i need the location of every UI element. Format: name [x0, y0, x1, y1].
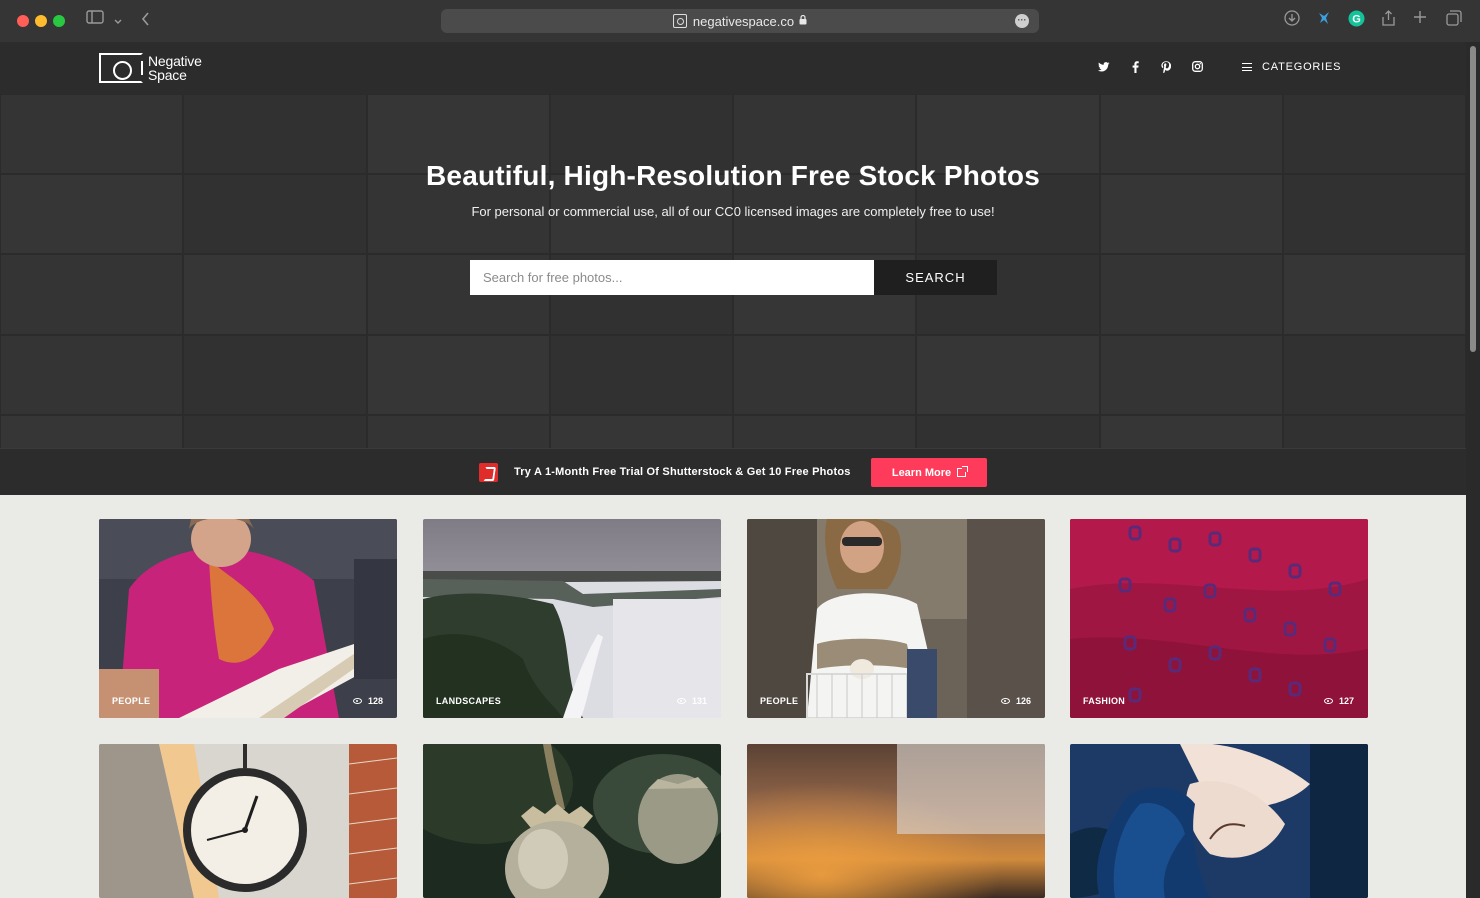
site-favicon-icon: [672, 14, 687, 28]
pinterest-icon[interactable]: [1161, 61, 1172, 76]
scrollbar-thumb[interactable]: [1470, 46, 1476, 352]
lock-icon: [799, 14, 807, 28]
card-views: 128: [352, 696, 383, 706]
photo-card[interactable]: [747, 744, 1045, 898]
eye-icon: [352, 698, 362, 704]
zoom-window-button[interactable]: [53, 15, 65, 27]
learn-more-label: Learn More: [891, 466, 952, 479]
card-view-count: 127: [1338, 696, 1354, 706]
photo-card[interactable]: LANDSCAPES 131: [423, 519, 721, 718]
site-header: Negative Space CATEGORIES: [0, 42, 1466, 94]
hero-title: Beautiful, High-Resolution Free Stock Ph…: [426, 160, 1040, 191]
photo-card[interactable]: [1070, 744, 1368, 898]
page-scrollbar[interactable]: [1466, 42, 1480, 898]
more-icon[interactable]: ···: [1015, 14, 1029, 28]
eye-icon: [1323, 698, 1333, 704]
twitter-icon[interactable]: [1098, 61, 1110, 75]
photo-woman-blue-hair-image: [1070, 744, 1368, 898]
photo-woman-cycling-image: [747, 519, 1045, 718]
promo-banner: Try A 1-Month Free Trial Of Shutterstock…: [0, 448, 1466, 495]
download-icon[interactable]: [1284, 10, 1300, 32]
photo-gallery: PEOPLE 128 LANDSCAPES 131 PEOPLE 126 FAS…: [0, 495, 1466, 898]
svg-text:G: G: [1352, 14, 1361, 26]
address-bar[interactable]: negativespace.co ···: [441, 9, 1039, 33]
card-category: PEOPLE: [760, 696, 799, 706]
eye-icon: [676, 698, 686, 704]
photo-winter-lake-image: [423, 519, 721, 718]
learn-more-button[interactable]: Learn More: [871, 458, 987, 487]
photo-card[interactable]: [99, 744, 397, 898]
logo-line-2: Space: [148, 67, 187, 83]
hero-section: Negative Space CATEGORIES Beautiful, Hig…: [0, 42, 1466, 495]
photo-card[interactable]: FASHION 127: [1070, 519, 1368, 718]
camera-logo-icon: [99, 53, 143, 83]
facebook-icon[interactable]: [1132, 61, 1139, 76]
chevron-down-icon[interactable]: [114, 12, 122, 32]
grammarly-icon[interactable]: G: [1348, 10, 1365, 33]
photo-wall-clock-image: [99, 744, 397, 898]
site-logo[interactable]: Negative Space: [99, 53, 202, 83]
close-window-button[interactable]: [17, 15, 29, 27]
tab-overview-icon[interactable]: [1446, 10, 1462, 32]
search-button[interactable]: SEARCH: [874, 260, 997, 295]
sidebar-toggle-icon[interactable]: [86, 10, 104, 30]
photo-woman-reading-image: [99, 519, 397, 718]
categories-label: CATEGORIES: [1262, 61, 1342, 73]
page-content: Negative Space CATEGORIES Beautiful, Hig…: [0, 42, 1466, 898]
share-icon[interactable]: [1381, 10, 1396, 33]
photo-card[interactable]: PEOPLE 126: [747, 519, 1045, 718]
bird-extension-icon[interactable]: [1316, 10, 1332, 32]
hero-subtitle: For personal or commercial use, all of o…: [471, 204, 995, 219]
photo-poppy-seed-pod-image: [423, 744, 721, 898]
logo-text: Negative Space: [148, 54, 202, 82]
card-views: 126: [1000, 696, 1031, 706]
photo-red-fabric-image: [1070, 519, 1368, 718]
url-text: negativespace.co: [692, 13, 795, 29]
card-views: 131: [676, 696, 707, 706]
back-icon[interactable]: [141, 12, 150, 32]
search-input[interactable]: [470, 260, 874, 295]
minimize-window-button[interactable]: [35, 15, 47, 27]
shutterstock-icon: [479, 463, 498, 482]
card-view-count: 126: [1015, 696, 1031, 706]
card-category: LANDSCAPES: [436, 696, 502, 706]
card-views: 127: [1323, 696, 1354, 706]
card-category: PEOPLE: [112, 696, 151, 706]
categories-menu-button[interactable]: CATEGORIES: [1242, 61, 1341, 73]
new-tab-icon[interactable]: [1413, 10, 1427, 30]
eye-icon: [1000, 698, 1010, 704]
browser-toolbar: negativespace.co ··· G: [0, 0, 1480, 42]
hamburger-icon: [1242, 63, 1252, 71]
instagram-icon[interactable]: [1192, 61, 1203, 75]
card-view-count: 128: [367, 696, 383, 706]
card-category: FASHION: [1083, 696, 1126, 706]
card-view-count: 131: [691, 696, 707, 706]
promo-text: Try A 1-Month Free Trial Of Shutterstock…: [514, 466, 851, 478]
photo-card[interactable]: [423, 744, 721, 898]
logo-line-1: Negative: [148, 53, 202, 69]
photo-blurred-abstract-image: [747, 744, 1045, 898]
photo-card[interactable]: PEOPLE 128: [99, 519, 397, 718]
external-link-icon: [957, 466, 969, 477]
